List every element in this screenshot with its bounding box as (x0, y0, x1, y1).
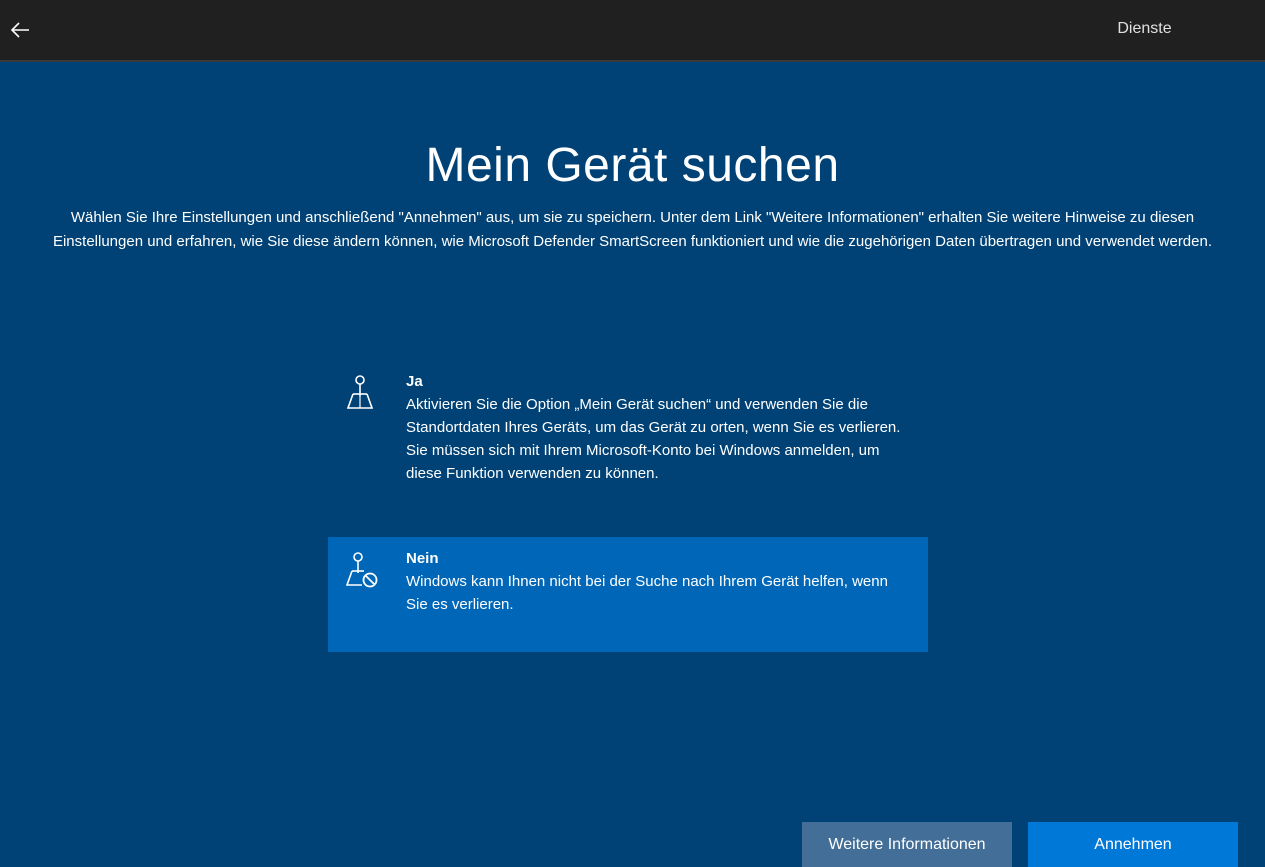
option-no[interactable]: Nein Windows kann Ihnen nicht bei der Su… (328, 537, 928, 652)
page-description: Wählen Sie Ihre Einstellungen und anschl… (52, 209, 1213, 250)
more-info-button[interactable]: Weitere Informationen (802, 822, 1012, 867)
option-no-title: Nein (406, 550, 439, 567)
arrow-left-icon (10, 22, 29, 38)
option-no-text: Windows kann Ihnen nicht bei der Suche n… (406, 573, 888, 613)
page-title: Mein Gerät suchen (425, 139, 840, 192)
top-bar: Dienste (0, 0, 1265, 62)
option-yes-title: Ja (406, 373, 423, 390)
location-pin-map-icon (346, 375, 374, 409)
location-pin-blocked-icon (346, 552, 378, 588)
option-yes-text: Aktivieren Sie die Option „Mein Gerät su… (406, 396, 901, 482)
top-bar-divider (0, 60, 1265, 62)
back-button[interactable] (0, 10, 40, 50)
tab-dienste-label: Dienste (1117, 20, 1172, 37)
tab-dienste[interactable]: Dienste (1024, 0, 1265, 62)
option-yes[interactable]: Ja Aktivieren Sie die Option „Mein Gerät… (328, 360, 928, 528)
accept-button[interactable]: Annehmen (1028, 822, 1238, 867)
